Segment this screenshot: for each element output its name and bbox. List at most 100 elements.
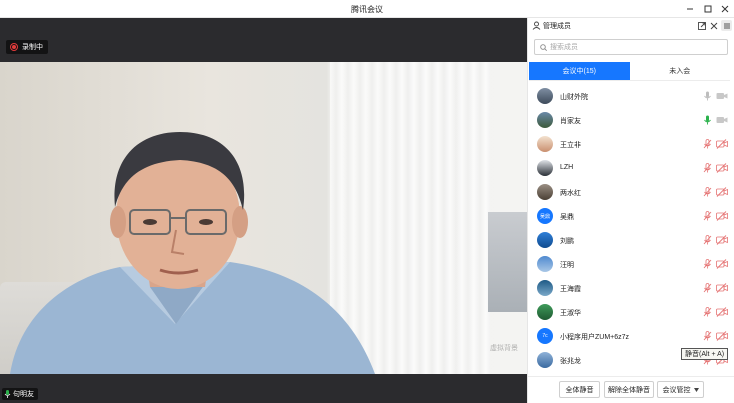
search-input[interactable] (550, 41, 722, 53)
member-row[interactable]: 两水红 (528, 180, 734, 204)
member-avatar: 吴鼎 (537, 208, 553, 224)
minimize-button[interactable] (683, 2, 697, 16)
panel-menu-button[interactable] (721, 20, 732, 31)
tab-in-meeting[interactable]: 会议中(15) (529, 62, 630, 80)
member-avatar (537, 232, 553, 248)
panel-header: 管理成员 (528, 18, 734, 34)
mic-active-icon (4, 390, 11, 398)
maximize-icon (704, 5, 712, 13)
record-icon (10, 43, 18, 51)
virtual-background-watermark: 虚拟背景 (490, 345, 518, 352)
close-icon (710, 22, 717, 29)
member-avatar (537, 304, 553, 320)
video-area[interactable]: 虚拟背景 录制中 句明友 (0, 18, 527, 403)
member-row[interactable]: 7c 小程序用户ZUM+6z7z (528, 324, 734, 348)
member-tabs: 会议中(15) 未入会 (529, 62, 730, 81)
popout-icon (697, 21, 706, 30)
mic-muted-icon[interactable] (703, 139, 712, 149)
speaker-video-person (10, 132, 375, 374)
camera-off-icon[interactable] (716, 283, 728, 293)
camera-off-icon[interactable] (716, 259, 728, 269)
mic-muted-icon[interactable] (703, 283, 712, 293)
meeting-control-label: 会议管控 (662, 386, 691, 394)
search-icon (540, 44, 547, 51)
member-avatar (537, 112, 553, 128)
member-row[interactable]: 吴鼎 吴鼎 (528, 204, 734, 228)
window-title: 腾讯会议 (351, 5, 383, 14)
caret-down-icon (693, 387, 699, 392)
mic-muted-icon[interactable] (703, 307, 712, 317)
camera-off-icon[interactable] (716, 235, 728, 245)
avatar-text: 吴鼎 (539, 213, 550, 220)
member-avatar (537, 88, 553, 104)
panel-bottom-bar: 全体静音 解除全体静音 会议管控 (528, 376, 734, 403)
member-name: 吴鼎 (560, 214, 574, 221)
mute-all-button[interactable]: 全体静音 (559, 381, 600, 398)
member-name: 王海霞 (560, 286, 581, 293)
member-avatar (537, 352, 553, 368)
member-avatar (537, 136, 553, 152)
member-avatar (537, 184, 553, 200)
mic-muted-icon[interactable] (703, 235, 712, 245)
member-row[interactable]: 王海霞 (528, 276, 734, 300)
close-icon (721, 5, 729, 13)
member-search[interactable] (534, 39, 728, 55)
popout-panel-button[interactable] (696, 20, 707, 31)
member-name: 汪明 (560, 262, 574, 269)
title-bar: 腾讯会议 (0, 0, 734, 18)
camera-off-icon[interactable] (716, 163, 728, 173)
member-name: 两水红 (560, 190, 581, 197)
menu-icon (723, 23, 730, 28)
member-name: 山财外院 (560, 94, 588, 101)
mic-muted-icon[interactable] (703, 163, 712, 173)
recording-indicator: 录制中 (6, 40, 48, 54)
close-panel-button[interactable] (708, 20, 719, 31)
camera-off-icon[interactable] (716, 307, 728, 317)
speaker-name: 句明友 (13, 391, 34, 398)
member-row[interactable]: 刘鹏 (528, 228, 734, 252)
member-row[interactable]: LZH (528, 156, 734, 180)
member-name: LZH (560, 164, 574, 171)
member-row[interactable]: 王淑华 (528, 300, 734, 324)
panel-title: 管理成员 (543, 23, 571, 30)
member-avatar: 7c (537, 328, 553, 344)
member-row[interactable]: 山财外院 (528, 84, 734, 108)
camera-icon[interactable] (716, 91, 728, 101)
minimize-icon (687, 8, 693, 10)
member-name: 王淑华 (560, 310, 581, 317)
camera-off-icon[interactable] (716, 187, 728, 197)
mic-muted-icon[interactable] (703, 259, 712, 269)
member-name: 小程序用户ZUM+6z7z (560, 334, 630, 341)
member-name: 张兆龙 (560, 358, 581, 365)
camera-off-icon[interactable] (716, 331, 728, 341)
mic-muted-icon[interactable] (703, 211, 712, 221)
camera-off-icon[interactable] (716, 139, 728, 149)
member-avatar (537, 256, 553, 272)
members-icon (532, 21, 541, 30)
mute-tooltip: 静音(Alt + A) (681, 348, 729, 360)
mic-muted-icon[interactable] (703, 331, 712, 341)
meeting-control-dropdown[interactable]: 会议管控 (657, 381, 704, 398)
member-row[interactable]: 肖家友 (528, 108, 734, 132)
mic-icon[interactable] (703, 115, 712, 125)
member-panel: 管理成员 会议中(15) 未入会 山财外院肖家友王立非 LZH 两水红吴鼎 吴鼎刘鹏汪… (527, 18, 734, 403)
member-avatar (537, 160, 553, 176)
mic-icon[interactable] (703, 91, 712, 101)
member-row[interactable]: 汪明 (528, 252, 734, 276)
member-row[interactable]: 王立非 (528, 132, 734, 156)
unmute-all-button[interactable]: 解除全体静音 (604, 381, 654, 398)
camera-off-icon[interactable] (716, 211, 728, 221)
camera-icon[interactable] (716, 115, 728, 125)
member-name: 肖家友 (560, 118, 581, 125)
avatar-text: 7c (542, 333, 548, 339)
member-list: 山财外院肖家友王立非 LZH 两水红吴鼎 吴鼎刘鹏汪明王海霞王淑华 7c 小程序用户ZUM… (528, 84, 734, 376)
speaker-name-tag: 句明友 (2, 388, 38, 400)
member-avatar (537, 280, 553, 296)
main-video[interactable]: 虚拟背景 (0, 62, 527, 374)
member-name: 王立非 (560, 142, 581, 149)
tab-not-joined[interactable]: 未入会 (630, 62, 731, 80)
maximize-button[interactable] (701, 2, 715, 16)
mic-muted-icon[interactable] (703, 187, 712, 197)
close-window-button[interactable] (718, 2, 732, 16)
member-name: 刘鹏 (560, 238, 574, 245)
